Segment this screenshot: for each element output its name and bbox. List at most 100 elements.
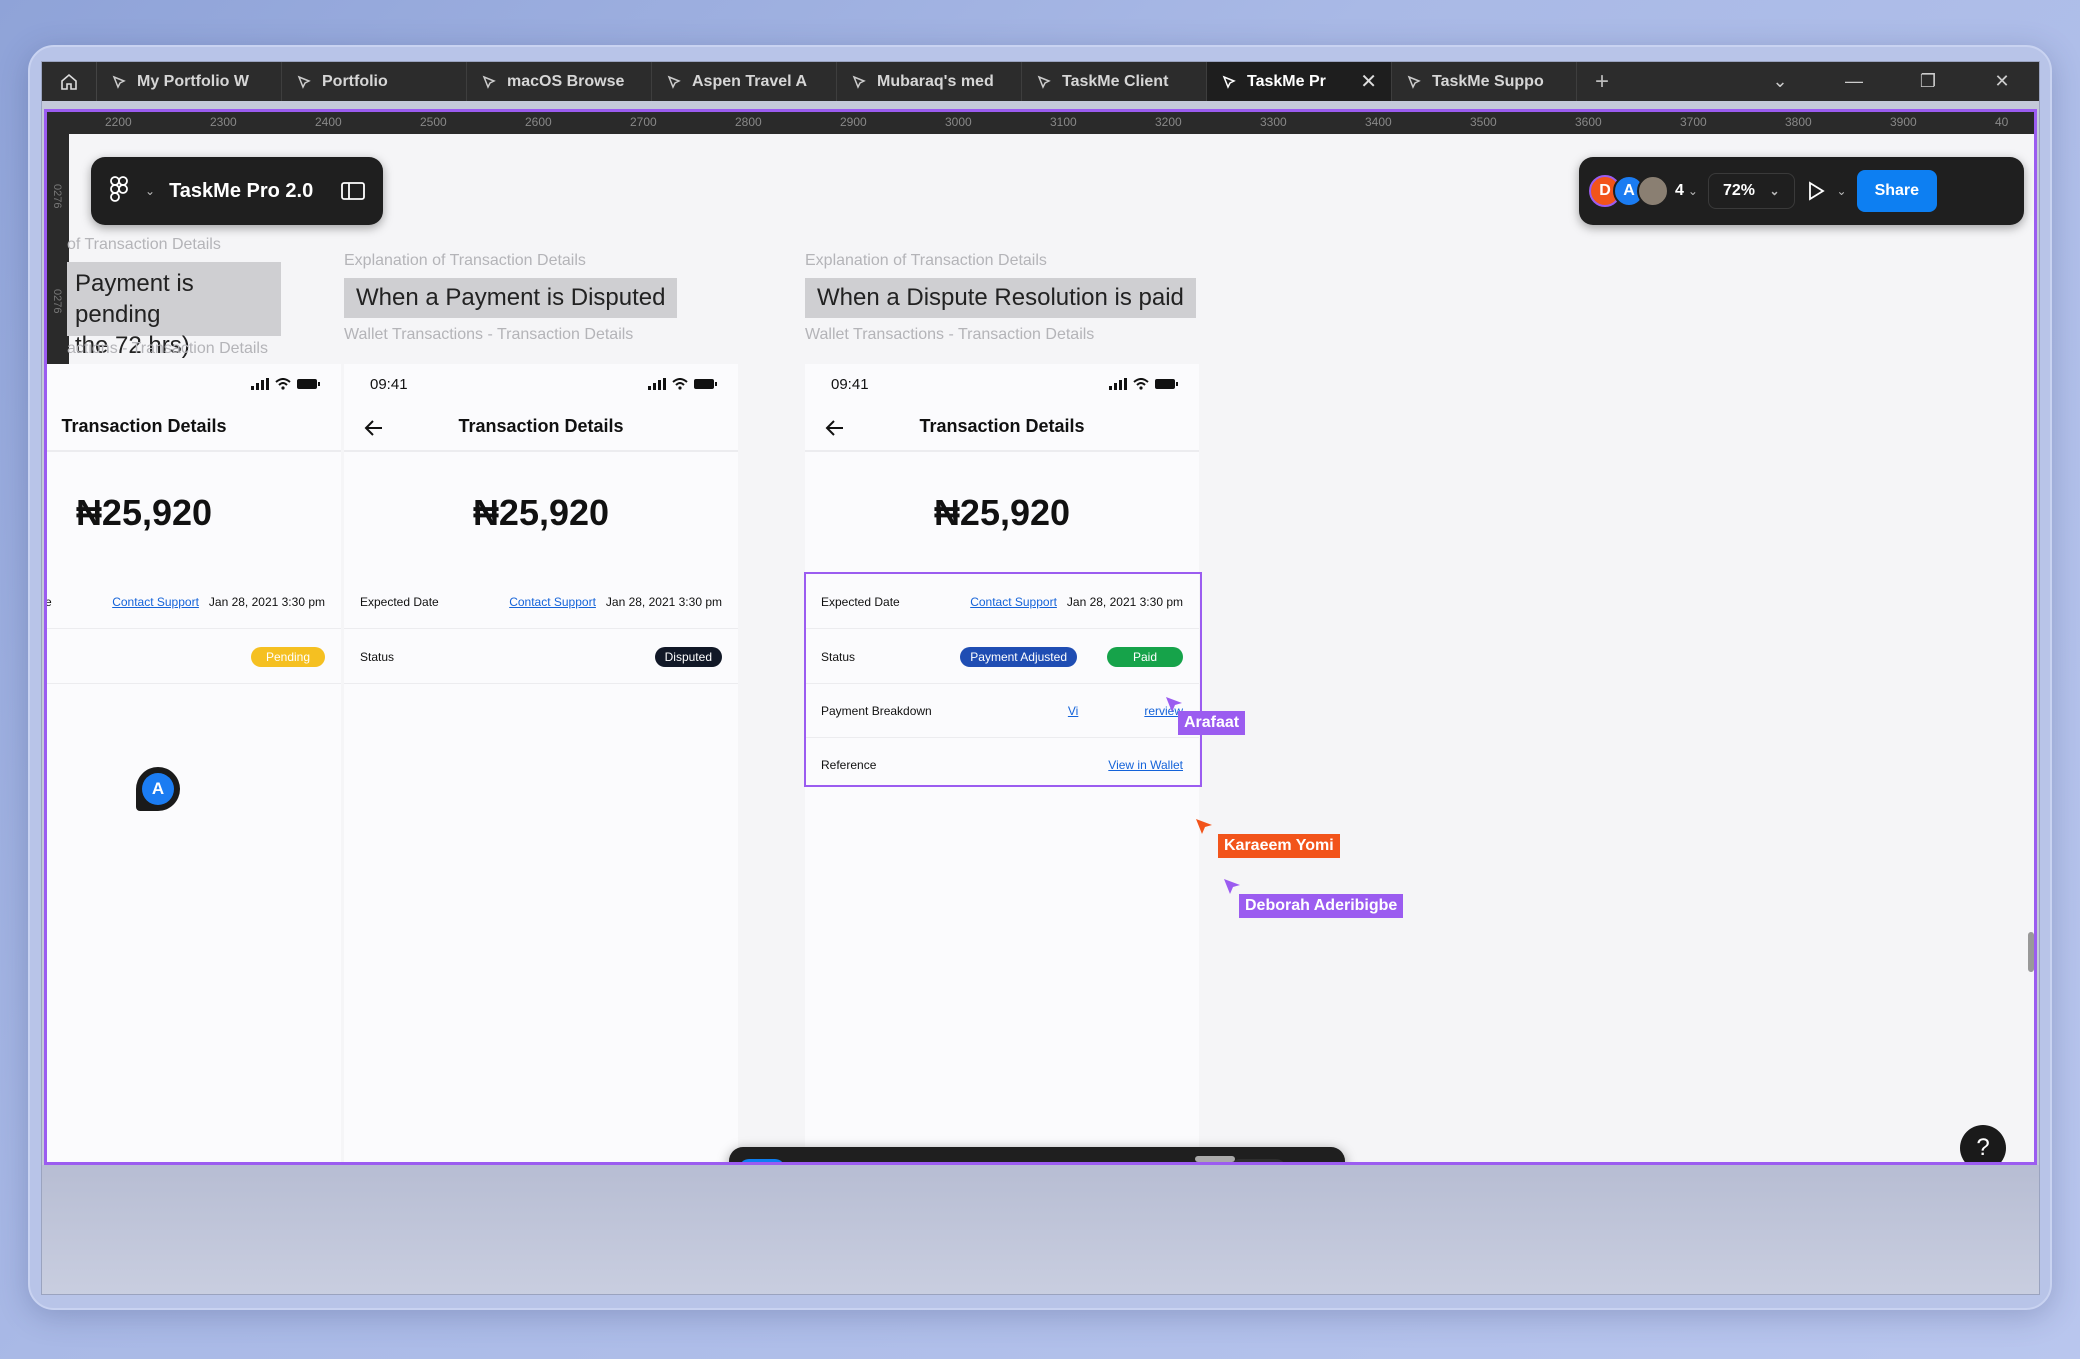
play-icon[interactable] bbox=[1805, 180, 1827, 202]
frame-explanation-label: Explanation of Transaction Details bbox=[805, 252, 1047, 269]
figma-file-icon bbox=[1037, 75, 1051, 89]
frame-heading: When a Dispute Resolution is paid bbox=[805, 278, 1196, 318]
figma-file-icon bbox=[1222, 75, 1236, 89]
home-icon bbox=[61, 73, 77, 90]
avatar-group[interactable]: D A 4 ⌄ bbox=[1589, 175, 1698, 207]
vertical-scrollbar[interactable] bbox=[2028, 932, 2034, 972]
nav-title: Transaction Details bbox=[919, 416, 1085, 436]
figma-file-icon bbox=[852, 75, 866, 89]
ruler-tick-label: 40 bbox=[1995, 115, 2009, 129]
ruler-tick-label: 3800 bbox=[1785, 115, 1812, 129]
ruler-tick-label: 3500 bbox=[1470, 115, 1497, 129]
horizontal-scrollbar[interactable] bbox=[1195, 1156, 1235, 1162]
help-button[interactable]: ? bbox=[1960, 1125, 2006, 1162]
ruler-tick-label: 2900 bbox=[840, 115, 867, 129]
frame-explanation-label: of Transaction Details bbox=[67, 236, 221, 253]
nav-title: Transaction Details bbox=[458, 416, 624, 436]
tab-aspen-travel[interactable]: Aspen Travel A bbox=[652, 62, 837, 101]
cursor-label-karaeem-yomi: Karaeem Yomi bbox=[1218, 834, 1340, 858]
phone-frame-disputed[interactable]: 09:41 Transaction Details ₦25,920 Expect… bbox=[344, 364, 738, 1162]
ruler-tick-label: 2400 bbox=[315, 115, 342, 129]
new-tab-button[interactable]: + bbox=[1577, 68, 1627, 96]
tab-label: TaskMe Client bbox=[1062, 72, 1169, 90]
figma-logo-icon[interactable] bbox=[109, 175, 131, 207]
row-value: Jan 28, 2021 3:30 pm bbox=[605, 594, 722, 609]
tab-portfolio[interactable]: Portfolio bbox=[282, 62, 467, 101]
ruler-tick-label: 3600 bbox=[1575, 115, 1602, 129]
restore-icon[interactable]: ❐ bbox=[1891, 71, 1965, 92]
heading-line: Payment is pending bbox=[75, 270, 194, 328]
signal-icon bbox=[251, 378, 269, 390]
figma-file-icon bbox=[297, 75, 311, 89]
cursor-label-deborah-aderibigbe: Deborah Aderibigbe bbox=[1239, 894, 1404, 918]
chevron-down-icon[interactable]: ⌄ bbox=[1837, 184, 1847, 198]
frame-subtitle-label: Wallet Transactions - Transaction Detail… bbox=[805, 326, 1095, 343]
tab-mubaraq[interactable]: Mubaraq's med bbox=[837, 62, 1022, 101]
frame-subtitle-label: Wallet Transactions - Transaction Detail… bbox=[344, 326, 634, 343]
collaboration-panel: D A 4 ⌄ 72% ⌄ ⌄ Share bbox=[1579, 157, 2024, 225]
ruler-tick-label: 0276 bbox=[51, 184, 63, 209]
sidebar-toggle-icon[interactable] bbox=[341, 181, 365, 201]
ruler-tick-label: 3000 bbox=[945, 115, 972, 129]
detail-row-status: Status Disputed bbox=[344, 630, 738, 684]
contact-support-link[interactable]: Contact Support bbox=[112, 595, 199, 609]
ruler-tick-label: 2300 bbox=[210, 115, 237, 129]
chevron-down-icon[interactable]: ⌄ bbox=[1743, 71, 1817, 92]
tab-label: TaskMe Pr bbox=[1247, 72, 1326, 90]
chevron-down-icon[interactable]: ⌄ bbox=[145, 184, 155, 198]
tab-my-portfolio[interactable]: My Portfolio W bbox=[97, 62, 282, 101]
file-menu-panel: ⌄ TaskMe Pro 2.0 bbox=[91, 157, 383, 225]
figma-file-icon bbox=[667, 75, 681, 89]
help-label: ? bbox=[1976, 1134, 1990, 1161]
ruler-tick-label: 2200 bbox=[105, 115, 132, 129]
nav-bar: Transaction Details bbox=[344, 404, 738, 452]
share-button[interactable]: Share bbox=[1856, 170, 1938, 212]
collaborator-count: 4 bbox=[1675, 182, 1684, 199]
phone-frame-pending[interactable]: Transaction Details ₦25,920 e Contact Su… bbox=[47, 364, 341, 1162]
battery-icon bbox=[694, 379, 717, 389]
detail-row-status: Pending bbox=[47, 630, 341, 684]
avatar-photo[interactable] bbox=[1637, 175, 1669, 207]
tab-label: My Portfolio W bbox=[137, 72, 249, 90]
wifi-icon bbox=[1133, 378, 1149, 390]
ruler-tick-label: 2600 bbox=[525, 115, 552, 129]
row-label: Expected Date bbox=[360, 594, 439, 609]
close-tab-icon[interactable]: ✕ bbox=[1360, 69, 1377, 94]
ruler-tick-label: 3200 bbox=[1155, 115, 1182, 129]
ruler-tick-label: 3700 bbox=[1680, 115, 1707, 129]
status-time: 09:41 bbox=[831, 375, 869, 393]
status-time: 09:41 bbox=[370, 375, 408, 393]
row-value: Jan 28, 2021 3:30 pm bbox=[208, 594, 325, 609]
chevron-down-icon[interactable]: ⌄ bbox=[1688, 184, 1698, 198]
transaction-amount: ₦25,920 bbox=[472, 492, 610, 533]
row-label: Status bbox=[360, 649, 395, 664]
ruler-tick-label: 2800 bbox=[735, 115, 762, 129]
tab-taskme-client[interactable]: TaskMe Client bbox=[1022, 62, 1207, 101]
plus-icon: + bbox=[1594, 67, 1609, 95]
cursor-arrow-icon bbox=[1196, 819, 1212, 834]
nav-bar: Transaction Details bbox=[805, 404, 1199, 452]
file-title[interactable]: TaskMe Pro 2.0 bbox=[169, 180, 327, 203]
tab-taskme-pro[interactable]: TaskMe Pr ✕ bbox=[1207, 62, 1392, 101]
ruler-tick-label: 2700 bbox=[630, 115, 657, 129]
tab-label: Mubaraq's med bbox=[877, 72, 994, 90]
bottom-toolbar: ⌄ ⌄ ⌄ ⌄ bbox=[729, 1147, 1345, 1162]
ruler-tick-label: 3900 bbox=[1890, 115, 1917, 129]
comment-pin[interactable]: A bbox=[136, 767, 180, 811]
contact-support-link[interactable]: Contact Support bbox=[509, 595, 596, 609]
figma-file-icon bbox=[112, 75, 126, 89]
tab-macos-browser[interactable]: macOS Browse bbox=[467, 62, 652, 101]
status-bar bbox=[47, 364, 341, 404]
frame-heading: When a Payment is Disputed bbox=[344, 278, 678, 318]
design-canvas[interactable]: 2200 2300 2400 2500 2600 2700 2800 2900 3000 3100… bbox=[44, 109, 2037, 1165]
zoom-selector[interactable]: 72% ⌄ bbox=[1707, 173, 1795, 209]
tab-taskme-support[interactable]: TaskMe Suppo bbox=[1392, 62, 1577, 101]
minimize-icon[interactable]: — bbox=[1817, 71, 1891, 92]
ruler-tick-label: 0276 bbox=[51, 289, 63, 314]
window-footer-area bbox=[42, 1165, 2039, 1294]
home-button[interactable] bbox=[42, 62, 97, 101]
close-window-icon[interactable]: ✕ bbox=[1965, 71, 2039, 92]
transaction-amount: ₦25,920 bbox=[75, 492, 213, 533]
wifi-icon bbox=[275, 378, 291, 390]
chevron-down-icon: ⌄ bbox=[1769, 184, 1780, 198]
